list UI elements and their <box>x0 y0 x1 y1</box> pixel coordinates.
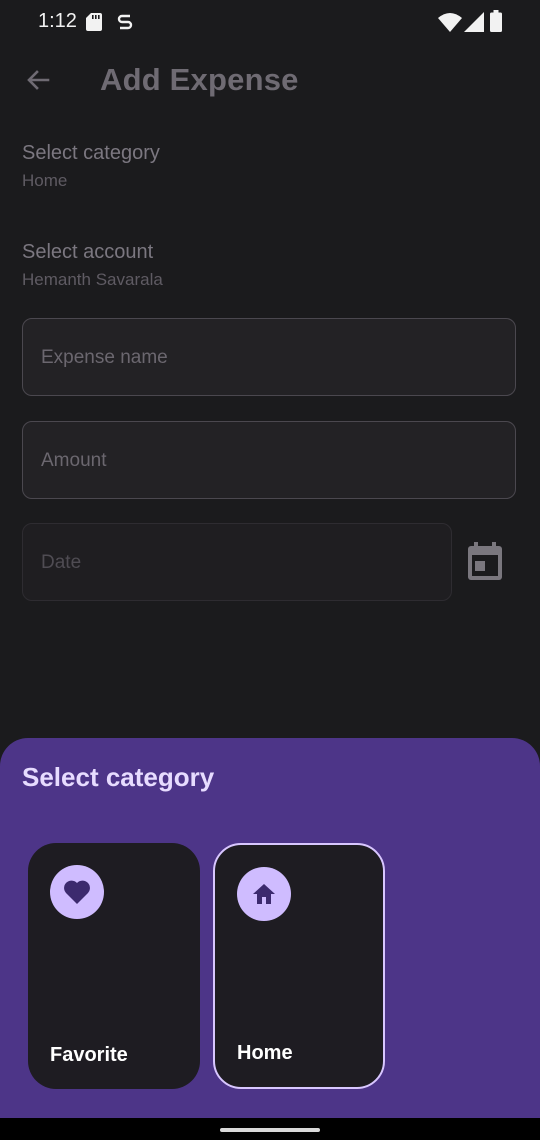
category-card-label: Home <box>237 1042 293 1064</box>
gesture-handle[interactable] <box>220 1128 320 1132</box>
expense-name-field[interactable] <box>22 318 516 397</box>
category-card-favorite[interactable]: Favorite <box>28 843 200 1089</box>
expense-name-input[interactable] <box>39 319 483 397</box>
app-bar: Add Expense <box>0 44 540 116</box>
account-selector-value: Hemanth Savarala <box>22 270 163 289</box>
home-icon <box>253 884 275 904</box>
calendar-icon[interactable] <box>466 542 504 582</box>
sd-card-icon <box>86 13 102 31</box>
category-card-label: Favorite <box>50 1044 128 1066</box>
card-icon-badge <box>50 865 104 919</box>
date-input[interactable] <box>39 524 483 602</box>
date-field[interactable] <box>22 523 483 602</box>
category-selector[interactable]: Select category Home <box>22 142 160 191</box>
category-card-home[interactable]: Home <box>213 843 385 1089</box>
status-bar: 1:12 <box>0 0 540 44</box>
page-title: Add Expense <box>100 62 299 97</box>
category-selector-value: Home <box>22 171 68 190</box>
account-selector-label: Select account <box>22 241 154 263</box>
card-icon-badge <box>237 867 291 921</box>
amount-input[interactable] <box>39 422 483 500</box>
account-selector[interactable]: Select account Hemanth Savarala <box>22 241 163 290</box>
status-time: 1:12 <box>38 10 77 32</box>
battery-icon <box>490 10 502 32</box>
amount-field[interactable] <box>22 421 516 500</box>
sync-icon <box>117 14 133 30</box>
wifi-icon <box>438 13 462 32</box>
category-bottom-sheet: Select category Favorite Home <box>0 738 540 1118</box>
signal-icon <box>464 12 484 32</box>
sheet-title: Select category <box>22 762 215 792</box>
navigation-bar <box>0 1118 540 1140</box>
category-selector-label: Select category <box>22 142 160 164</box>
arrow-back-icon[interactable] <box>22 64 54 96</box>
heart-icon <box>64 880 90 904</box>
